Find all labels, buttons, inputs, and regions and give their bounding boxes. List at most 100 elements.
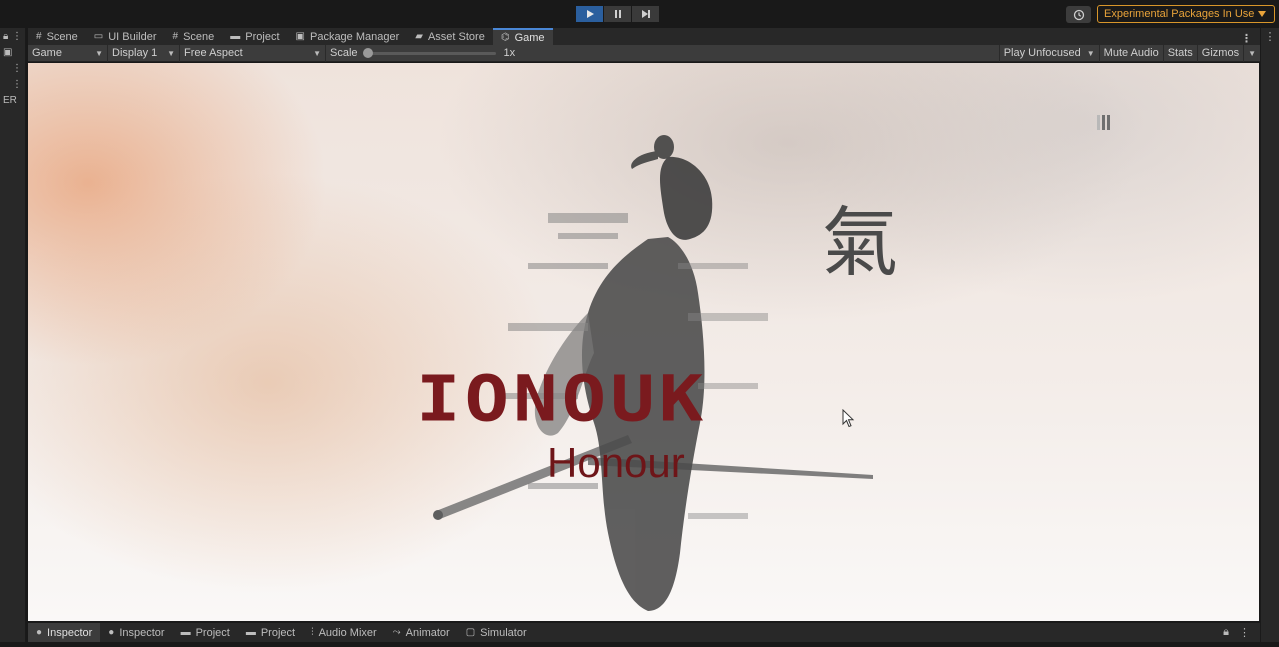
kebab-menu-icon[interactable]: ⋮ <box>12 31 22 42</box>
play-mode-dropdown[interactable]: Play Unfocused ▼ <box>998 44 1099 62</box>
play-controls <box>576 6 659 22</box>
aspect-dropdown[interactable]: Free Aspect ▼ <box>180 44 326 62</box>
folder-icon: ▬ <box>230 31 241 42</box>
mixer-icon: ⫶ <box>311 627 314 638</box>
pause-icon <box>614 10 621 18</box>
mute-audio-toggle[interactable]: Mute Audio <box>1098 44 1163 62</box>
bag-icon: ▰ <box>415 31 423 42</box>
left-strip-row-1: 🔒︎ ⋮ <box>0 28 25 44</box>
grid-icon: # <box>36 31 42 42</box>
left-strip-label: ER <box>3 94 17 106</box>
left-strip-row-2: ▣ <box>0 44 25 60</box>
dropdown-arrow-icon: ▼ <box>1086 48 1095 58</box>
tab-asset-store[interactable]: ▰ Asset Store <box>407 28 493 45</box>
experimental-packages-dropdown[interactable]: Experimental Packages In Use <box>1097 5 1275 23</box>
play-mode-label: Play Unfocused <box>1003 47 1081 59</box>
game-view-options: Play Unfocused ▼ Mute Audio Stats Gizmos … <box>998 44 1260 62</box>
footer-strip <box>0 642 1279 647</box>
play-icon <box>586 10 594 18</box>
tab-game[interactable]: ⌬ Game <box>492 28 553 45</box>
display-dropdown[interactable]: Display 1 ▼ <box>108 44 180 62</box>
kebab-menu-icon[interactable]: ⋮ <box>1239 626 1250 639</box>
tab-label: Project <box>245 30 280 43</box>
bottom-tab-project[interactable]: ▬ Project <box>173 623 238 643</box>
game-view-toolbar: Game ▼ Display 1 ▼ Free Aspect ▼ Scale 1x P… <box>28 44 1260 62</box>
experimental-packages-label: Experimental Packages In Use <box>1104 8 1255 20</box>
package-icon: ▣ <box>295 31 305 42</box>
animator-icon: ⤳ <box>392 627 401 638</box>
gamepad-icon: ⌬ <box>500 32 510 43</box>
dropdown-arrow-icon <box>1258 11 1267 17</box>
pause-bar <box>1102 115 1105 130</box>
left-strip-row-5: ER <box>0 92 25 108</box>
sword-guard <box>433 510 443 520</box>
play-button[interactable] <box>576 6 603 22</box>
tab-project[interactable]: ▬ Project <box>222 28 287 45</box>
history-icon <box>1073 9 1084 20</box>
stats-toggle[interactable]: Stats <box>1162 44 1197 62</box>
stats-label: Stats <box>1167 47 1193 59</box>
kebab-menu-icon[interactable]: ⋮ <box>1261 28 1279 44</box>
left-strip-row-4: ⋮ <box>0 76 25 92</box>
dropdown-arrow-icon: ▼ <box>95 48 103 58</box>
game-viewport[interactable]: 氣 IONOUK Honour <box>28 63 1259 621</box>
game-background-art <box>433 135 873 611</box>
bottom-tab-inspector[interactable]: ● Inspector <box>100 623 172 643</box>
bottom-tab-label: Project <box>195 626 230 639</box>
kanji-glyph: 氣 <box>822 198 898 287</box>
gizmos-toggle[interactable]: Gizmos <box>1196 44 1243 62</box>
scale-value: 1x <box>503 47 516 59</box>
bottom-tab-simulator[interactable]: ▢ Simulator <box>458 623 535 643</box>
kebab-menu-icon[interactable]: ⋮ <box>12 79 22 90</box>
bottom-tab-audio-mixer[interactable]: ⫶ Audio Mixer <box>303 623 385 643</box>
pause-bar <box>1107 115 1110 130</box>
undo-history-button[interactable] <box>1066 6 1091 23</box>
pause-button[interactable] <box>604 6 631 22</box>
mute-audio-label: Mute Audio <box>1103 47 1159 59</box>
step-icon <box>641 10 650 18</box>
info-icon: ● <box>108 627 115 638</box>
right-panel-strip: ⋮ <box>1260 28 1279 647</box>
step-button[interactable] <box>632 6 659 22</box>
bottom-tab-project[interactable]: ▬ Project <box>238 623 303 643</box>
folder-icon: ▬ <box>180 627 191 638</box>
bottom-tab-label: Inspector <box>47 626 93 639</box>
scale-slider[interactable] <box>362 47 496 58</box>
tab-label: Game <box>514 31 545 44</box>
tab-label: UI Builder <box>108 30 157 43</box>
view-type-label: Game <box>32 47 62 59</box>
kebab-menu-icon[interactable]: ⋮ <box>12 63 22 74</box>
bottom-tab-label: Animator <box>405 626 450 639</box>
bottom-tab-inspector[interactable]: ● Inspector <box>28 622 101 643</box>
view-type-dropdown[interactable]: Game ▼ <box>28 44 108 62</box>
left-strip-row-3: ⋮ <box>0 60 25 76</box>
tab-scene[interactable]: # Scene <box>165 28 223 45</box>
bottom-tab-label: Audio Mixer <box>318 626 377 639</box>
tab-label: Scene <box>183 30 215 43</box>
bottom-tab-animator[interactable]: ⤳ Animator <box>385 623 458 643</box>
gizmos-dropdown[interactable]: ▼ <box>1243 44 1260 62</box>
editor-tab-bar: # Scene ▭ UI Builder # Scene ▬ Project ▣ Package … <box>28 28 1260 45</box>
aspect-label: Free Aspect <box>184 47 243 59</box>
scale-slider-thumb[interactable] <box>362 47 373 58</box>
lock-icon[interactable]: 🔒︎ <box>1223 626 1229 639</box>
window-icon[interactable]: ▣ <box>3 47 12 58</box>
ui-builder-icon: ▭ <box>93 31 104 42</box>
bottom-tab-label: Project <box>260 626 296 639</box>
mouse-cursor-icon <box>842 409 855 428</box>
tab-ui-builder[interactable]: ▭ UI Builder <box>86 28 165 45</box>
game-pause-icon[interactable] <box>1097 115 1110 130</box>
tab-label: Asset Store <box>427 30 485 43</box>
game-subtitle: Honour <box>547 439 685 486</box>
lock-icon[interactable]: 🔒︎ <box>3 31 8 42</box>
scale-label: Scale <box>330 47 358 59</box>
bottom-tab-label: Inspector <box>119 626 165 639</box>
simulator-icon: ▢ <box>465 627 476 638</box>
game-title: IONOUK <box>416 362 708 436</box>
tab-scene[interactable]: # Scene <box>28 28 86 45</box>
dropdown-arrow-icon: ▼ <box>167 48 175 58</box>
bottom-tab-bar: ● Inspector ● Inspector ▬ Project ▬ Project ⫶ Aud… <box>28 622 1260 643</box>
kebab-menu-icon[interactable]: ⋮ <box>1241 32 1260 45</box>
tab-label: Scene <box>46 30 78 43</box>
tab-package-manager[interactable]: ▣ Package Manager <box>288 28 408 45</box>
